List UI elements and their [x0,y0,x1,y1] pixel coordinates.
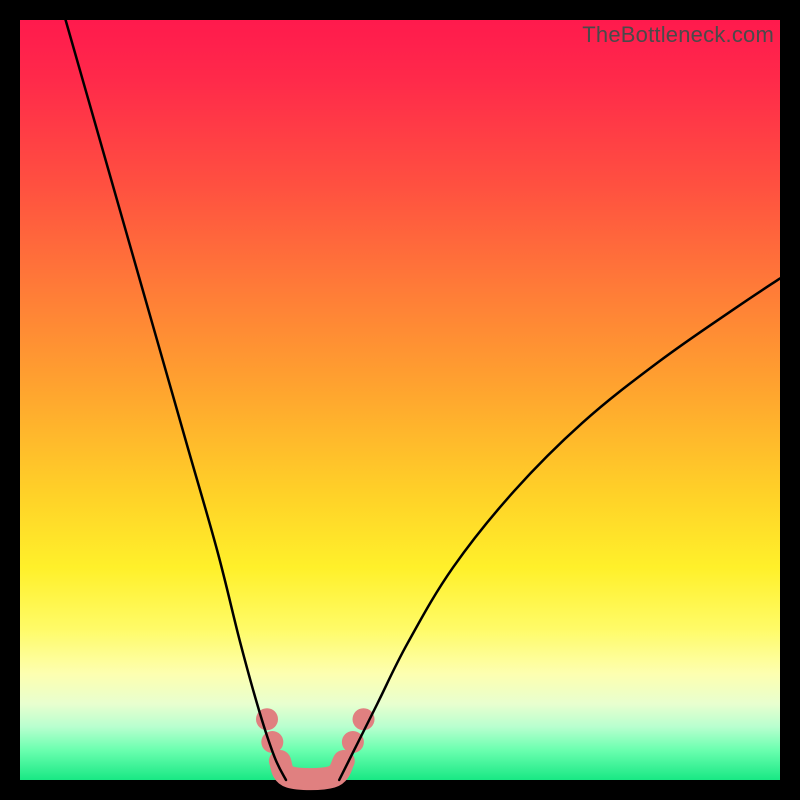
curve-layer [66,20,780,780]
chart-plot [20,20,780,780]
right-curve [339,278,780,780]
left-curve [66,20,286,780]
valley-sausage [280,761,344,779]
watermark-text: TheBottleneck.com [582,22,774,48]
right-blob-lower [342,731,364,753]
right-blob-upper [353,708,375,730]
chart-frame: TheBottleneck.com [20,20,780,780]
